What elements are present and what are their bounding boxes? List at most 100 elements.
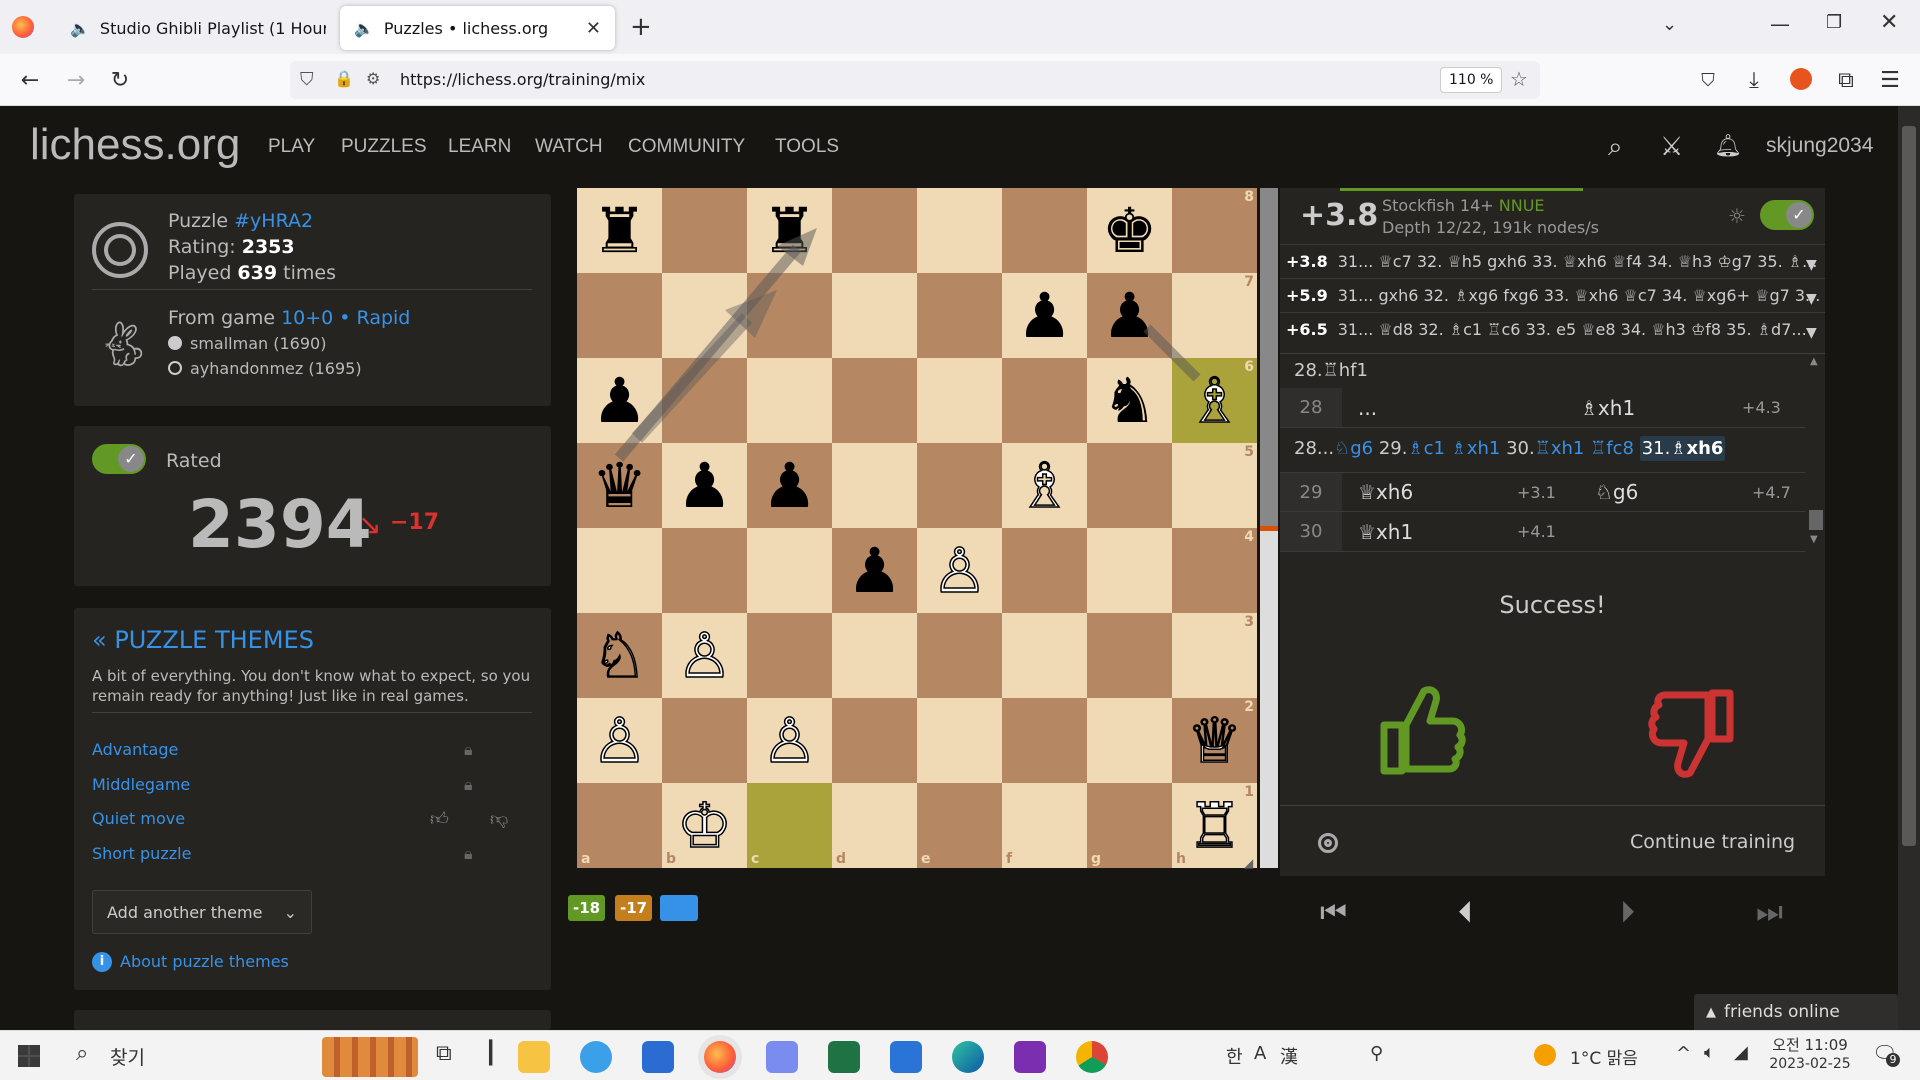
white-pawn[interactable]: ♙ — [931, 538, 988, 602]
excel-icon[interactable] — [828, 1041, 860, 1073]
square-f5[interactable]: ♗ — [1002, 443, 1087, 528]
people-icon[interactable]: ⚲ — [1370, 1043, 1383, 1064]
nav-learn[interactable]: LEARN — [448, 136, 511, 158]
square-g2[interactable] — [1087, 698, 1172, 783]
black-pawn[interactable]: ♟ — [677, 454, 733, 517]
pocket-icon[interactable]: ⛉ — [1694, 66, 1722, 94]
thumbs-down-icon[interactable]: 👎︎ — [490, 808, 508, 830]
move-white[interactable]: ♕xh6 — [1342, 480, 1517, 504]
black-pawn[interactable]: ♟ — [762, 454, 818, 517]
result-badge-2[interactable]: -17 — [615, 895, 653, 921]
black-pawn[interactable]: ♟ — [847, 539, 903, 602]
widgets-icon[interactable]: ┃ — [484, 1041, 497, 1066]
move-white[interactable]: ... — [1342, 396, 1572, 420]
back-icon[interactable]: ← — [16, 66, 44, 94]
move-black[interactable]: ♗xh1 — [1572, 396, 1742, 420]
square-h6[interactable]: ♗ 6 — [1172, 358, 1257, 443]
square-h2[interactable]: ♕ 2 — [1172, 698, 1257, 783]
shield-icon[interactable]: ⛉ — [300, 69, 314, 90]
app-icon[interactable] — [766, 1041, 798, 1073]
tray-chevron-icon[interactable]: ^ — [1676, 1043, 1691, 1064]
tab-lichess[interactable]: 🔈 Puzzles • lichess.org ✕ — [340, 6, 615, 50]
address-bar[interactable]: ⛉ 🔒 ⚙ https://lichess.org/training/mix 1… — [290, 61, 1540, 99]
white-rook[interactable]: ♖ — [1186, 793, 1243, 857]
white-bishop[interactable]: ♗ — [1016, 453, 1073, 517]
minimize-button[interactable]: — — [1770, 12, 1790, 36]
black-pawn[interactable]: ♟ — [592, 369, 648, 432]
square-a6[interactable]: ♟ — [577, 358, 662, 443]
extension-brave-icon[interactable] — [1790, 68, 1812, 90]
square-b3[interactable]: ♙ — [662, 613, 747, 698]
square-f1[interactable]: f — [1002, 783, 1087, 868]
square-g6[interactable]: ♞ — [1087, 358, 1172, 443]
square-h3[interactable]: 3 — [1172, 613, 1257, 698]
network-icon[interactable]: ◢ — [1734, 1042, 1748, 1063]
bell-icon[interactable]: 🔔︎ — [1714, 134, 1742, 159]
square-c3[interactable] — [747, 613, 832, 698]
black-rook[interactable]: ♜ — [762, 199, 818, 262]
pv-line-2[interactable]: +5.9 31... gxh6 32. ♗xg6 fxg6 33. ♕xh6 ♕c… — [1280, 278, 1825, 312]
square-e6[interactable] — [917, 358, 1002, 443]
square-g8[interactable]: ♚ — [1087, 188, 1172, 273]
friends-online-bar[interactable]: ▲ friends online — [1694, 994, 1898, 1030]
square-g3[interactable] — [1087, 613, 1172, 698]
firefox-taskbar-icon[interactable] — [704, 1041, 736, 1073]
pv-line-3[interactable]: +6.5 31... ♕d8 32. ♗c1 ♖c6 33. e5 ♕e8 34.… — [1280, 312, 1825, 346]
square-c1[interactable]: c — [747, 783, 832, 868]
white-pawn[interactable]: ♙ — [591, 708, 648, 772]
square-a8[interactable]: ♜ — [577, 188, 662, 273]
nav-community[interactable]: COMMUNITY — [628, 136, 745, 158]
engine-settings-icon[interactable]: ☼ — [1728, 204, 1746, 228]
prev-move[interactable]: 28.♖hf1 — [1294, 360, 1368, 381]
ie-icon[interactable] — [580, 1041, 612, 1073]
square-f7[interactable]: ♟ — [1002, 273, 1087, 358]
engine-toggle[interactable]: ✓ — [1760, 200, 1814, 230]
theme-quiet-move[interactable]: Quiet move — [92, 809, 185, 828]
square-f2[interactable] — [1002, 698, 1087, 783]
black-player[interactable]: ayhandonmez (1695) — [190, 359, 362, 378]
search-icon[interactable]: ⌕ — [1608, 132, 1623, 163]
black-knight[interactable]: ♞ — [1102, 369, 1158, 432]
square-h4[interactable]: 4 — [1172, 528, 1257, 613]
square-g7[interactable]: ♟ — [1087, 273, 1172, 358]
username[interactable]: skjung2034 — [1766, 134, 1873, 158]
square-a2[interactable]: ♙ — [577, 698, 662, 783]
thumbs-down-icon[interactable] — [1648, 689, 1738, 784]
themes-title[interactable]: « PUZZLE THEMES — [92, 626, 314, 654]
white-queen[interactable]: ♕ — [1186, 708, 1243, 772]
square-d3[interactable] — [832, 613, 917, 698]
file-explorer-icon[interactable] — [518, 1041, 550, 1073]
square-a3[interactable]: ♘ — [577, 613, 662, 698]
square-d8[interactable] — [832, 188, 917, 273]
square-d4[interactable]: ♟ — [832, 528, 917, 613]
nav-puzzles[interactable]: PUZZLES — [341, 136, 427, 158]
clock-date[interactable]: 2023-02-25 — [1766, 1056, 1854, 1072]
black-queen[interactable]: ♛ — [592, 454, 648, 517]
pv-expand-icons[interactable]: ▼ ▼ ▼ — [1806, 248, 1817, 350]
chess-board[interactable]: ♜ ♜ ♚ 8 ♟ ♟ 7 ♟ ♞ ♗ 6 ♛ ♟ ♟ ♗ 5 ♟ ♙ 4 ♘ ♙ 3 ♙ ♙ ♕ 2 a ♔ b c d e f g ♖ 1 h — [577, 188, 1257, 868]
volume-icon[interactable]: 🔈︎ — [1704, 1042, 1715, 1063]
onenote-icon[interactable] — [1014, 1041, 1046, 1073]
prev-move-button[interactable]: ⏴ — [1458, 895, 1473, 930]
board-resize-handle[interactable]: ◢ — [1244, 856, 1253, 870]
square-a7[interactable] — [577, 273, 662, 358]
square-b8[interactable] — [662, 188, 747, 273]
moves-scrollbar[interactable]: ▲ ▼ — [1807, 354, 1825, 550]
square-c6[interactable] — [747, 358, 832, 443]
close-window-button[interactable]: ✕ — [1880, 10, 1898, 35]
forward-icon[interactable]: → — [62, 66, 90, 94]
square-g5[interactable] — [1087, 443, 1172, 528]
pv-line-1[interactable]: +3.8 31... ♕c7 32. ♕h5 gxh6 33. ♕xh6 ♕f4 … — [1280, 244, 1825, 278]
square-d1[interactable]: d — [832, 783, 917, 868]
nav-watch[interactable]: WATCH — [535, 136, 603, 158]
chrome-icon[interactable] — [1076, 1041, 1108, 1073]
square-d2[interactable] — [832, 698, 917, 783]
ime-mode-icon[interactable]: A — [1254, 1043, 1266, 1064]
square-a5[interactable]: ♛ — [577, 443, 662, 528]
weather-text[interactable]: 1°C 맑음 — [1570, 1044, 1638, 1069]
current-move[interactable]: 31.♗xh6 — [1639, 436, 1726, 461]
black-pawn[interactable]: ♟ — [1102, 284, 1158, 347]
square-e3[interactable] — [917, 613, 1002, 698]
square-f8[interactable] — [1002, 188, 1087, 273]
clock-time[interactable]: 오전 11:09 — [1766, 1034, 1854, 1055]
